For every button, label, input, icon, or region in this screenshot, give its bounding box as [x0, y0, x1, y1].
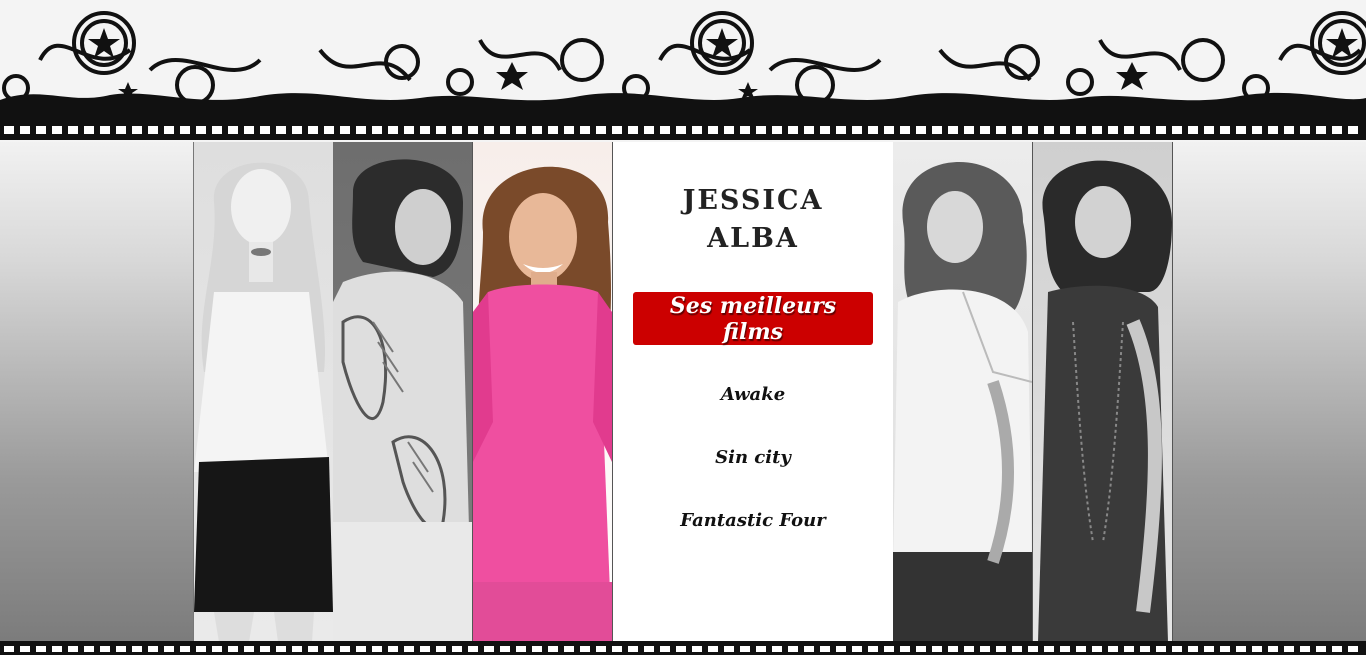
best-films-button[interactable]: Ses meilleurs films: [633, 292, 873, 345]
star-swirl-banner-icon: [0, 11, 1366, 122]
actress-photo-2: [333, 142, 473, 642]
film-link-sin-city[interactable]: Sin city: [613, 446, 893, 509]
film-strip-top: [0, 122, 1366, 140]
film-link-fantastic-four[interactable]: Fantastic Four: [613, 509, 893, 572]
actress-name-title: JESSICA ALBA: [682, 185, 824, 254]
actress-photo-6: [1033, 142, 1173, 642]
actress-info-card: JESSICA ALBA Ses meilleurs films Awake S…: [613, 142, 893, 642]
actress-photo-5: [893, 142, 1033, 642]
photo-gallery: JESSICA ALBA Ses meilleurs films Awake S…: [193, 142, 1173, 642]
film-link-awake[interactable]: Awake: [613, 383, 893, 446]
film-strip-bottom: [0, 641, 1366, 655]
actress-photo-3: [473, 142, 613, 642]
film-list: Awake Sin city Fantastic Four: [613, 383, 893, 572]
header-banner: [0, 0, 1366, 142]
actress-photo-1: [193, 142, 334, 642]
